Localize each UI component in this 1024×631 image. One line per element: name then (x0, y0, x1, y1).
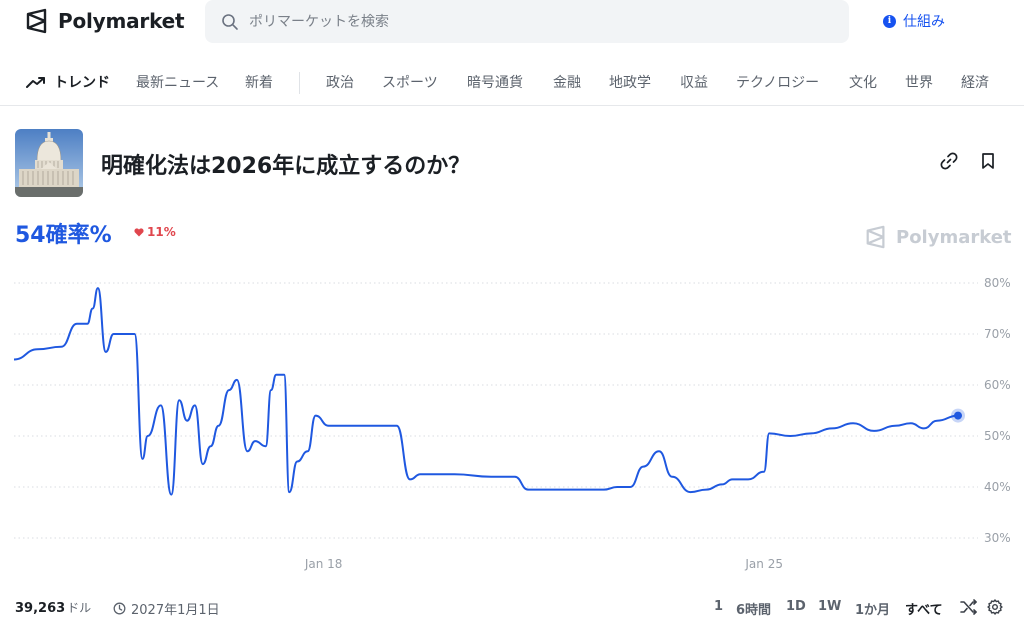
probability-value: 54確率% (15, 223, 112, 248)
y-tick-label: 70% (984, 327, 1011, 341)
series-line (13, 287, 959, 496)
capitol-building-image (15, 129, 83, 197)
range-button-1h[interactable]: 1 (714, 599, 723, 614)
bookmark-icon[interactable] (980, 152, 996, 170)
search-bar[interactable] (205, 0, 849, 43)
end-date: 2027年1月1日 (113, 599, 220, 618)
nav-item-sports[interactable]: スポーツ (382, 72, 438, 92)
nav-item-economy[interactable]: 経済 (961, 72, 989, 92)
clock-icon (113, 602, 126, 615)
nav-divider (299, 72, 300, 94)
top-bar: Polymarket i 仕組み (0, 0, 1024, 44)
range-button-1w[interactable]: 1W (818, 599, 841, 614)
nav-item-finance[interactable]: 金融 (553, 72, 581, 92)
nav-item-culture[interactable]: 文化 (849, 72, 877, 92)
last-point (954, 411, 962, 420)
y-tick-label: 30% (984, 531, 1011, 545)
logo-text: Polymarket (58, 9, 185, 33)
nav-item-politics[interactable]: 政治 (326, 72, 354, 92)
nav-item-tech[interactable]: テクノロジー (736, 72, 819, 92)
polymarket-watermark-icon (866, 225, 885, 249)
range-button-all[interactable]: すべて (905, 599, 943, 618)
range-button-1d[interactable]: 1D (786, 599, 806, 614)
nav-item-geopolitics[interactable]: 地政学 (609, 72, 651, 92)
search-input[interactable] (249, 0, 809, 43)
x-tick-label: Jan 18 (304, 557, 343, 571)
y-tick-label: 80% (984, 276, 1011, 290)
nav-item-world[interactable]: 世界 (905, 72, 933, 92)
y-tick-label: 60% (984, 378, 1011, 392)
range-button-6h[interactable]: 6時間 (736, 599, 771, 618)
settings-gear-icon[interactable] (987, 599, 1003, 619)
search-icon (221, 13, 239, 31)
how-it-works-link[interactable]: i 仕組み (883, 11, 945, 31)
y-tick-label: 40% (984, 480, 1011, 494)
range-button-1m[interactable]: 1か月 (855, 599, 890, 618)
link-icon[interactable] (940, 152, 958, 170)
polymarket-logo[interactable]: Polymarket (24, 8, 185, 34)
probability-change: 11% (134, 225, 176, 239)
nav-item-crypto[interactable]: 暗号通貨 (467, 72, 523, 92)
heart-down-icon (134, 227, 144, 236)
shuffle-icon[interactable] (960, 599, 978, 619)
how-it-works-label: 仕組み (903, 14, 945, 30)
y-tick-label: 50% (984, 429, 1011, 443)
trending-icon (26, 77, 45, 88)
nav-item-trending[interactable]: トレンド (26, 72, 110, 92)
nav-item-label: トレンド (54, 75, 110, 91)
category-nav: トレンド 最新ニュース 新着 政治 スポーツ 暗号通貨 金融 地政学 収益 テク… (0, 58, 1024, 106)
nav-item-earnings[interactable]: 収益 (680, 72, 708, 92)
volume: 39,263 ドル (15, 599, 91, 616)
market-image (15, 129, 83, 197)
info-icon: i (883, 14, 896, 28)
end-date-value: 2027年1月1日 (131, 603, 220, 618)
polymarket-logo-icon (26, 8, 47, 34)
market-title: 明確化法は2026年に成立するのか？ (101, 154, 471, 179)
volume-unit: ドル (67, 601, 92, 615)
watermark-text: Polymarket (896, 226, 1012, 248)
price-chart[interactable]: 80% 70% 60% 50% 40% 30% Jan 18 Jan 25 (0, 262, 1024, 582)
change-value: 11% (147, 225, 176, 239)
chart-watermark: Polymarket (864, 225, 1012, 249)
volume-value: 39,263 (15, 601, 66, 616)
x-tick-label: Jan 25 (744, 557, 783, 571)
nav-item-breaking[interactable]: 最新ニュース (136, 72, 219, 92)
nav-item-new[interactable]: 新着 (245, 72, 273, 92)
